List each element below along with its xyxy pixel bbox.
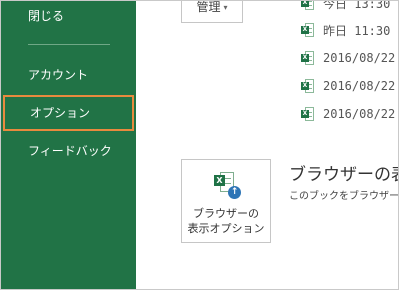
sidebar-item-close[interactable]: 閉じる bbox=[1, 1, 136, 33]
excel-file-icon: X bbox=[301, 23, 314, 37]
file-timestamp: 2016/08/22 15 bbox=[323, 79, 398, 93]
excel-file-icon: X bbox=[301, 79, 314, 93]
sidebar-item-feedback[interactable]: フィードバック bbox=[1, 134, 136, 168]
browser-view-button-label: ブラウザーの 表示オプション bbox=[187, 207, 265, 235]
recent-file-row[interactable]: X 今日 13:30 (日本 bbox=[301, 0, 398, 14]
sidebar-item-account[interactable]: アカウント bbox=[1, 58, 136, 92]
file-timestamp: 2016/08/22 15 bbox=[323, 107, 398, 121]
file-timestamp: 昨日 11:30 (日本 bbox=[323, 23, 398, 38]
caret-down-icon: ▾ bbox=[223, 3, 228, 12]
excel-file-icon: X bbox=[301, 1, 314, 10]
excel-file-icon: X bbox=[301, 51, 314, 65]
browser-view-icon: X ↑ bbox=[214, 172, 241, 199]
recent-file-row[interactable]: X 昨日 11:30 (日本 bbox=[301, 19, 398, 41]
sidebar-divider bbox=[28, 44, 110, 45]
sidebar-item-options[interactable]: オプション bbox=[3, 95, 134, 131]
recent-file-row[interactable]: X 2016/08/22 15 bbox=[301, 75, 398, 97]
excel-file-icon: X bbox=[301, 107, 314, 121]
file-timestamp: 2016/08/22 15 bbox=[323, 51, 398, 65]
browser-view-description: このブックをブラウザーで閲 bbox=[289, 191, 399, 202]
recent-file-row[interactable]: X 2016/08/22 15 bbox=[301, 47, 398, 69]
browser-view-title: ブラウザーの表示 bbox=[289, 165, 398, 185]
excel-backstage-window: 閉じる アカウント オプション フィードバック 管理▾ X 今日 13:30 (… bbox=[0, 0, 399, 290]
backstage-main: 管理▾ X 今日 13:30 (日本 X 昨日 11:30 (日本 X 2016… bbox=[136, 1, 398, 289]
manage-button[interactable]: 管理 ▾ bbox=[181, 0, 243, 23]
recent-file-row[interactable]: X 2016/08/22 15 bbox=[301, 103, 398, 125]
browser-view-options-button[interactable]: X ↑ ブラウザーの 表示オプション bbox=[181, 159, 271, 243]
file-timestamp: 今日 13:30 (日本 bbox=[323, 0, 398, 11]
manage-button-label: 管理 bbox=[196, 0, 221, 14]
backstage-sidebar: 閉じる アカウント オプション フィードバック bbox=[1, 1, 136, 289]
